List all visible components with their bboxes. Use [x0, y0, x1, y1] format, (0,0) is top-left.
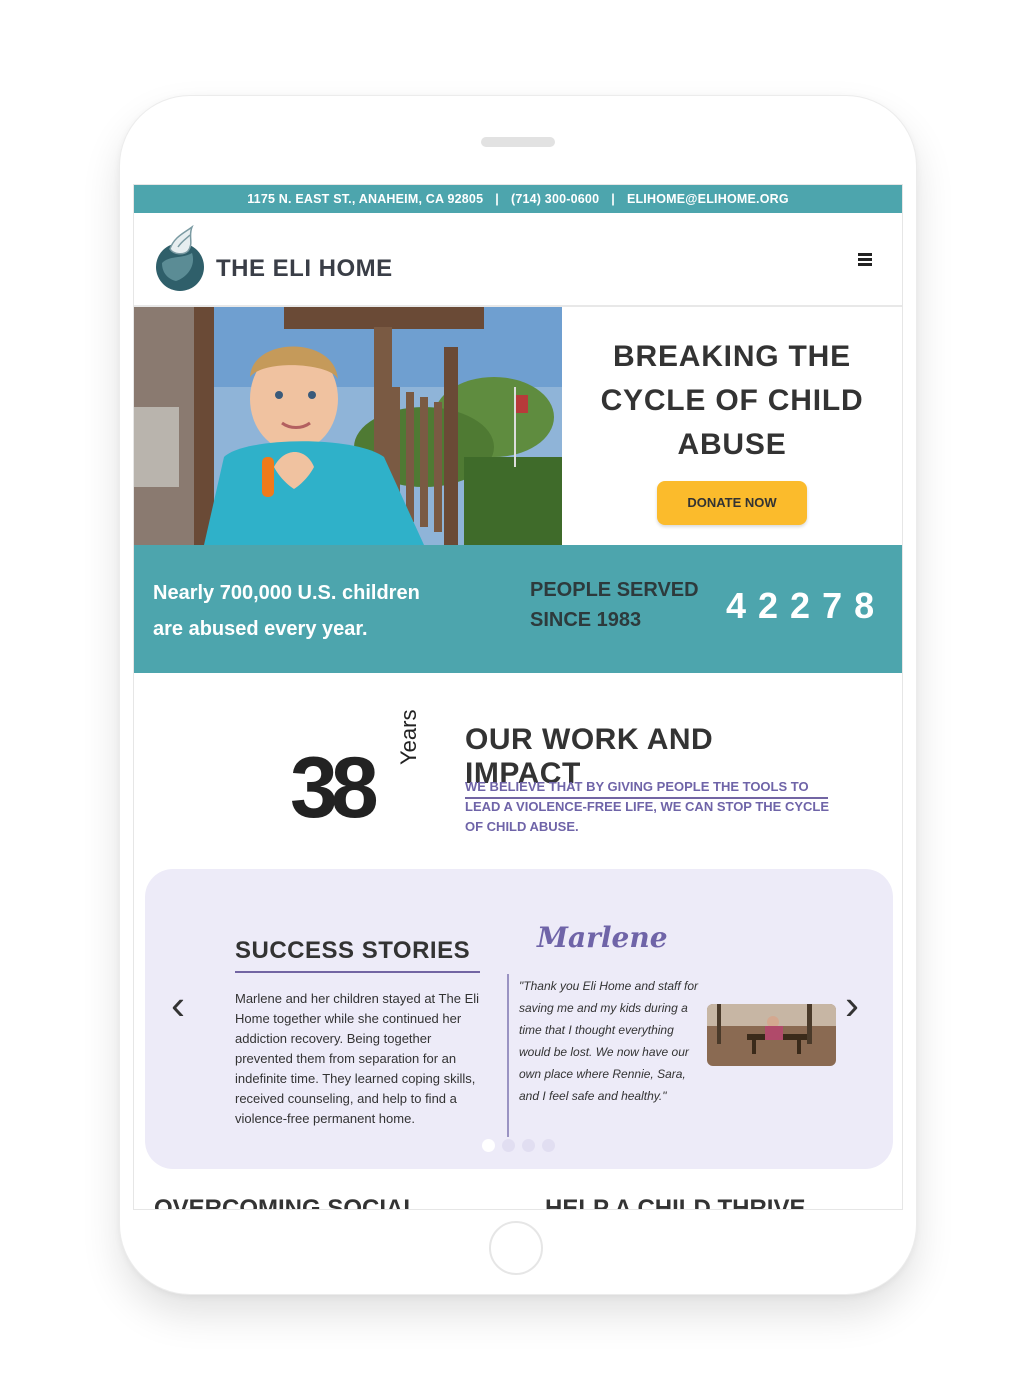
- carousel-dot[interactable]: [522, 1139, 535, 1152]
- website-screen: 1175 N. EAST ST., ANAHEIM, CA 92805 | (7…: [133, 184, 903, 1210]
- story-text: Marlene and her children stayed at The E…: [235, 991, 480, 1126]
- menu-icon[interactable]: [858, 253, 872, 268]
- contact-bar: 1175 N. EAST ST., ANAHEIM, CA 92805 | (7…: [134, 185, 902, 213]
- phone-link[interactable]: (714) 300-0600: [511, 192, 599, 206]
- chevron-right-icon[interactable]: ›: [845, 981, 859, 1029]
- site-header: THE ELI HOME: [134, 213, 902, 307]
- success-stories-carousel: ‹ › SUCCESS STORIES Marlene and her chil…: [145, 869, 893, 1169]
- hero-child-photo: [134, 307, 562, 545]
- address-text: 1175 N. EAST ST., ANAHEIM, CA 92805: [247, 192, 484, 206]
- story-quote: "Thank you Eli Home and staff for saving…: [519, 979, 699, 1103]
- separator: |: [611, 192, 615, 206]
- help-child-heading: HELP A CHILD THRIVE: [545, 1195, 806, 1210]
- quote-divider: [507, 974, 509, 1137]
- abuse-fact: Nearly 700,000 U.S. children are abused …: [153, 582, 420, 640]
- overcoming-heading: OVERCOMING SOCIAL: [154, 1195, 419, 1210]
- people-served-count: 42278: [726, 585, 887, 626]
- years-label: Years: [396, 709, 421, 765]
- story-signature: Marlene: [537, 921, 668, 954]
- success-stories-title: SUCCESS STORIES: [235, 937, 480, 973]
- tablet-home-button[interactable]: [489, 1221, 543, 1275]
- separator: |: [495, 192, 499, 206]
- donate-now-button[interactable]: DONATE NOW: [657, 481, 807, 525]
- story-photo: [707, 1004, 836, 1066]
- eli-home-logo-icon[interactable]: [152, 225, 208, 293]
- stats-banner: Nearly 700,000 U.S. children are abused …: [134, 545, 902, 673]
- hero-cta-panel: BREAKING THE CYCLE OF CHILD ABUSE DONATE…: [562, 307, 902, 545]
- hero-title: BREAKING THE CYCLE OF CHILD ABUSE: [600, 340, 864, 461]
- tablet-speaker: [481, 137, 555, 147]
- logo-text[interactable]: THE ELI HOME: [216, 255, 393, 283]
- impact-section: 38 Years OUR WORK AND IMPACT WE BELIEVE …: [134, 673, 902, 869]
- hero-section: BREAKING THE CYCLE OF CHILD ABUSE DONATE…: [134, 307, 902, 545]
- email-link[interactable]: ELIHOME@ELIHOME.ORG: [627, 192, 789, 206]
- people-served-label: PEOPLE SERVED SINCE 1983: [530, 579, 699, 631]
- carousel-dot[interactable]: [482, 1139, 495, 1152]
- carousel-dots: [482, 1139, 562, 1152]
- carousel-dot[interactable]: [542, 1139, 555, 1152]
- carousel-dot[interactable]: [502, 1139, 515, 1152]
- impact-description: WE BELIEVE THAT BY GIVING PEOPLE THE TOO…: [465, 779, 830, 834]
- years-number: 38: [290, 740, 379, 836]
- chevron-left-icon[interactable]: ‹: [171, 981, 185, 1029]
